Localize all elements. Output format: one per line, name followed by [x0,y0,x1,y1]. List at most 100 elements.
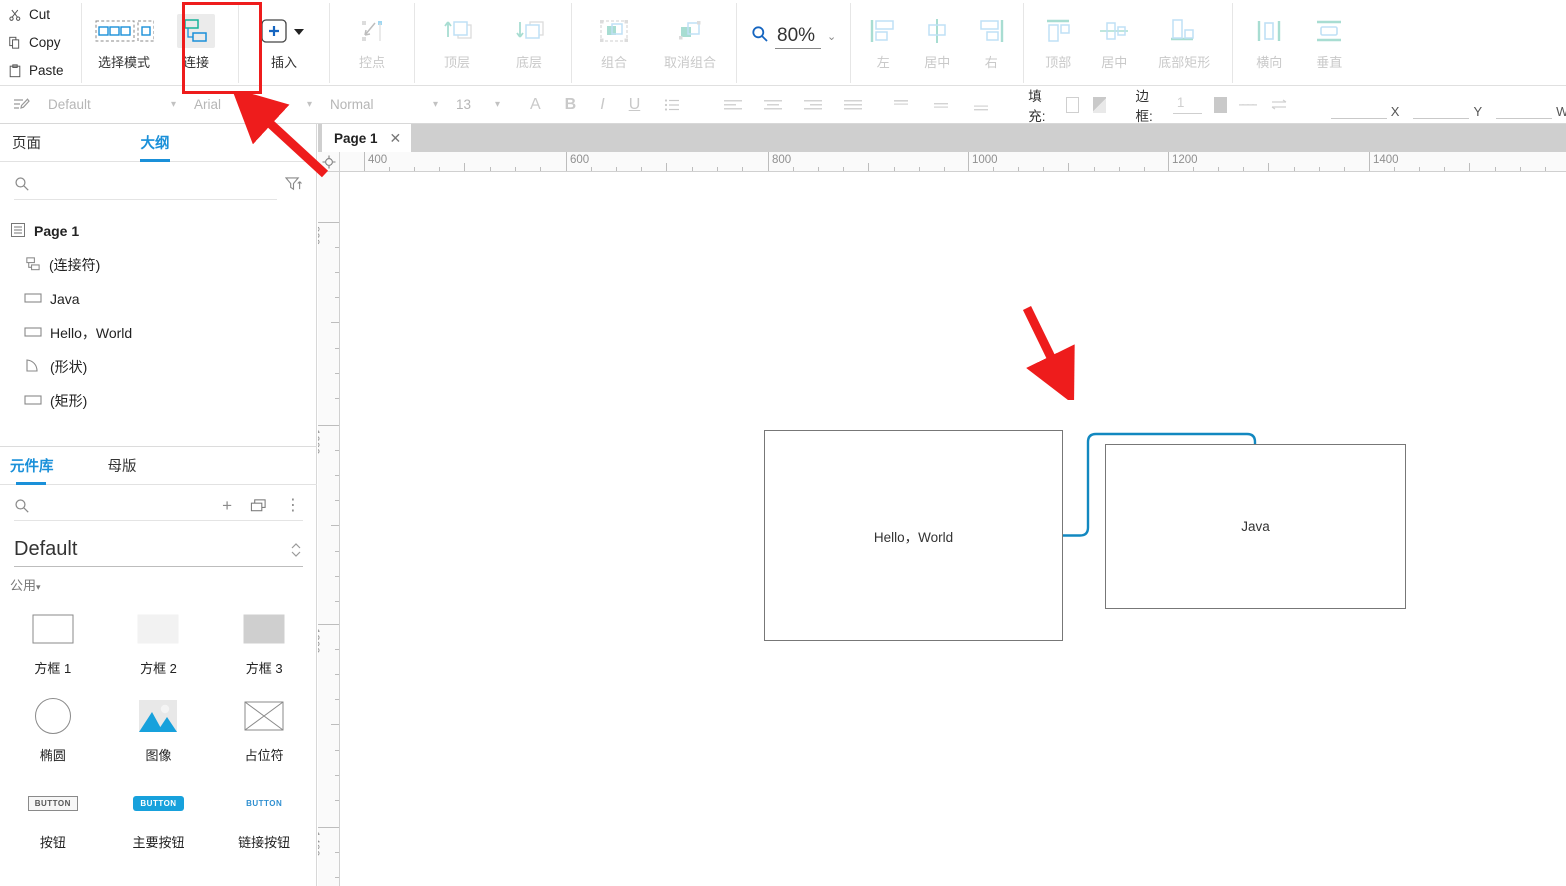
library-more-icon[interactable]: ⋮ [285,497,301,514]
shape-item-link-button[interactable]: BUTTON 链接按钮 [211,782,317,851]
outline-tree: Page 1 (连接符) Java Hello，World (形状) (矩形) [0,206,316,418]
valign-middle-button[interactable] [932,99,950,111]
valign-bottom-button[interactable] [972,99,990,111]
diagram-canvas[interactable]: Hello，World Java [340,172,1566,886]
bring-to-front-button[interactable]: 顶层 [421,0,493,78]
outline-item-helloworld-label: Hello，World [50,325,133,341]
shape-item-ellipse[interactable]: 椭圆 [0,695,106,764]
underline-button[interactable]: U [629,96,641,114]
group-button[interactable]: 组合 [578,0,650,78]
align-middle-v-button[interactable]: 居中 [1086,0,1142,78]
ungroup-button[interactable]: 取消组合 [650,0,730,78]
library-category[interactable]: 公用▾ [10,575,317,594]
handle-button[interactable]: 控点 [336,0,408,78]
add-library-icon[interactable]: + [222,497,232,514]
hello-world-shape[interactable]: Hello，World [764,430,1063,641]
tab-pages[interactable]: 页面 [0,124,110,161]
zoom-control[interactable]: 80% ⌄ [737,25,850,49]
outline-item-rect[interactable]: (矩形) [0,384,316,418]
outline-search-input[interactable] [38,175,277,192]
outline-item-shape[interactable]: (形状) [0,350,316,384]
list-button[interactable] [664,97,680,113]
border-arrow-button[interactable] [1269,98,1289,112]
send-to-back-button[interactable]: 底层 [493,0,565,78]
connect-button[interactable]: 连接 [160,0,232,78]
border-width-input[interactable]: 1 [1172,95,1202,114]
align-bottom-button[interactable]: 底部矩形 [1142,0,1226,78]
align-right-button[interactable]: 右 [965,0,1017,78]
shape-item-button[interactable]: BUTTON 按钮 [0,782,106,851]
outline-root-page1[interactable]: Page 1 [0,214,316,248]
paste-button[interactable]: Paste [8,57,81,85]
duplicate-library-icon[interactable] [250,498,267,514]
align-right-icon [976,14,1006,48]
border-color-swatch[interactable] [1213,96,1227,113]
outline-search-box[interactable] [14,168,277,200]
size-picker[interactable]: 13 ▾ [446,86,508,123]
tab-library[interactable]: 元件库 [0,447,62,484]
shape-item-box3-label: 方框 3 [245,661,283,676]
align-text-center-button[interactable] [764,99,783,111]
stepper-icon[interactable] [289,540,303,560]
align-text-right-button[interactable] [804,99,823,111]
outline-item-connector-label: (连接符) [49,257,101,273]
vertical-ruler[interactable]: 800 1000 1200 1400 [318,172,340,886]
align-left-button[interactable]: 左 [857,0,909,78]
java-shape[interactable]: Java [1105,444,1406,609]
w-input[interactable] [1496,101,1553,119]
style-picker[interactable]: Default ▾ [0,86,184,123]
select-mode-button[interactable]: 选择模式 [88,0,160,78]
toolbar-group-align-h: 左 居中 右 [851,0,1023,85]
outline-item-connector[interactable]: (连接符) [0,248,316,282]
library-section: 元件库 母版 + ⋮ Default 公用▾ 方框 1 方框 2 方框 3 椭圆… [0,447,317,886]
outline-item-java[interactable]: Java [0,282,316,316]
align-text-justify-button[interactable] [844,99,863,111]
insert-button[interactable]: 插入 [245,0,323,78]
library-actions: + ⋮ [222,491,303,521]
weight-combo[interactable]: Normal ▾ [320,93,446,117]
shape-item-box1[interactable]: 方框 1 [0,608,106,677]
copy-button[interactable]: Copy [8,29,81,57]
horizontal-ruler[interactable]: 400600800100012001400160 [340,152,1566,172]
shape-item-image[interactable]: 图像 [106,695,212,764]
align-top-button[interactable]: 顶部 [1030,0,1086,78]
cut-button[interactable]: Cut [8,1,81,29]
italic-button[interactable]: I [600,96,604,114]
tab-masters[interactable]: 母版 [62,447,182,484]
outline-item-java-label: Java [50,291,80,307]
page-tab-page1[interactable]: Page 1 ✕ [322,124,412,152]
library-search-box[interactable] [14,491,223,521]
outline-item-rect-label: (矩形) [50,393,88,409]
align-center-h-button[interactable]: 居中 [909,0,965,78]
library-select[interactable]: Default [14,533,303,567]
weight-picker[interactable]: Normal ▾ [320,86,446,123]
x-input[interactable] [1330,101,1387,119]
font-combo[interactable]: Arial ▾ [184,93,320,117]
border-dash-button[interactable] [1238,99,1257,111]
bold-button[interactable]: B [565,96,577,114]
shape-item-box2[interactable]: 方框 2 [106,608,212,677]
shape-item-box3[interactable]: 方框 3 [211,608,317,677]
fill-gradient-swatch[interactable] [1093,96,1106,113]
distribute-vertical-button[interactable]: 垂直 [1299,0,1359,78]
size-combo[interactable]: 13 ▾ [446,93,508,117]
font-picker[interactable]: Arial ▾ [184,86,320,123]
valign-top-button[interactable] [892,99,910,111]
chevron-down-icon[interactable]: ⌄ [827,30,836,43]
align-text-left-button[interactable] [724,99,743,111]
zoom-value[interactable]: 80% [775,25,821,49]
distribute-horizontal-button[interactable]: 横向 [1239,0,1299,78]
y-input[interactable] [1413,101,1470,119]
tab-outline[interactable]: 大纲 [110,124,200,161]
filter-sort-icon[interactable] [285,176,302,192]
font-color-button[interactable]: A [530,96,541,114]
outline-item-helloworld[interactable]: Hello，World [0,316,316,350]
ruler-origin-button[interactable] [318,152,340,172]
shape-item-box1-label: 方框 1 [34,661,72,676]
shape-item-placeholder[interactable]: 占位符 [211,695,317,764]
fill-none-swatch[interactable] [1066,96,1080,113]
close-icon[interactable]: ✕ [390,130,402,147]
shape-item-primary-button[interactable]: BUTTON 主要按钮 [106,782,212,851]
ruler-v-label: 1200 [318,628,320,654]
style-combo[interactable]: Default ▾ [38,93,184,117]
